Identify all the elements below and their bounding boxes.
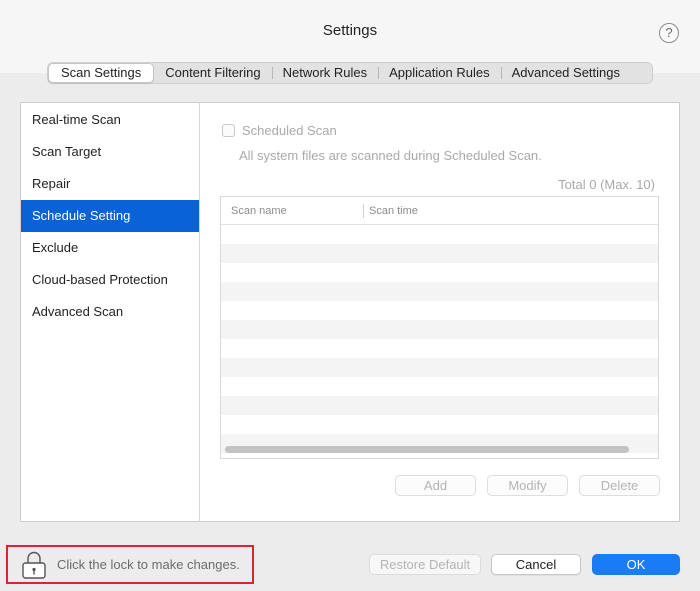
lock-icon[interactable] [20,550,48,580]
horizontal-scrollbar[interactable] [225,446,629,453]
table-row [221,396,658,415]
table-row [221,263,658,282]
table-body [221,225,658,453]
table-row [221,377,658,396]
settings-panel: Real-time Scan Scan Target Repair Schedu… [20,102,680,522]
sidebar-item-real-time-scan[interactable]: Real-time Scan [21,104,199,136]
lock-area: Click the lock to make changes. [6,545,254,584]
scheduled-scan-description: All system files are scanned during Sche… [239,148,542,163]
modify-button[interactable]: Modify [487,475,568,496]
tab-advanced-settings[interactable]: Advanced Settings [500,63,631,83]
sidebar-item-scan-target[interactable]: Scan Target [21,136,199,168]
table-header: Scan name Scan time [221,197,658,225]
tab-bar: Scan Settings Content Filtering Network … [47,62,653,84]
sidebar-item-advanced-scan[interactable]: Advanced Scan [21,296,199,328]
cancel-button[interactable]: Cancel [491,554,581,575]
ok-button[interactable]: OK [592,554,680,575]
scheduled-scan-checkbox[interactable] [222,124,235,137]
delete-button[interactable]: Delete [579,475,660,496]
column-header-scan-name[interactable]: Scan name [231,205,287,217]
sidebar-item-exclude[interactable]: Exclude [21,232,199,264]
lock-message: Click the lock to make changes. [57,557,240,572]
add-button[interactable]: Add [395,475,476,496]
sidebar-item-repair[interactable]: Repair [21,168,199,200]
sidebar-item-cloud-based-protection[interactable]: Cloud-based Protection [21,264,199,296]
sidebar: Real-time Scan Scan Target Repair Schedu… [21,103,200,521]
schedule-total-count: Total 0 (Max. 10) [558,177,655,192]
table-row [221,225,658,244]
help-button[interactable]: ? [659,23,679,43]
table-row [221,244,658,263]
table-row [221,339,658,358]
schedule-table: Scan name Scan time [220,196,659,459]
schedule-content: Scheduled Scan All system files are scan… [201,103,679,521]
question-mark-icon: ? [665,25,673,40]
tab-content-filtering[interactable]: Content Filtering [154,63,271,83]
tab-application-rules[interactable]: Application Rules [378,63,500,83]
table-row [221,282,658,301]
column-divider [363,204,364,218]
tab-network-rules[interactable]: Network Rules [271,63,379,83]
scheduled-scan-option: Scheduled Scan [222,123,337,138]
window-title: Settings [322,22,378,39]
table-row [221,320,658,339]
column-header-scan-time[interactable]: Scan time [369,205,418,217]
table-row [221,301,658,320]
table-row [221,415,658,434]
tab-scan-settings[interactable]: Scan Settings [48,63,155,83]
schedule-actions: Add Modify Delete [395,475,660,496]
table-row [221,358,658,377]
sidebar-item-schedule-setting[interactable]: Schedule Setting [21,200,199,232]
restore-default-button[interactable]: Restore Default [369,554,481,575]
scheduled-scan-label: Scheduled Scan [242,123,337,138]
